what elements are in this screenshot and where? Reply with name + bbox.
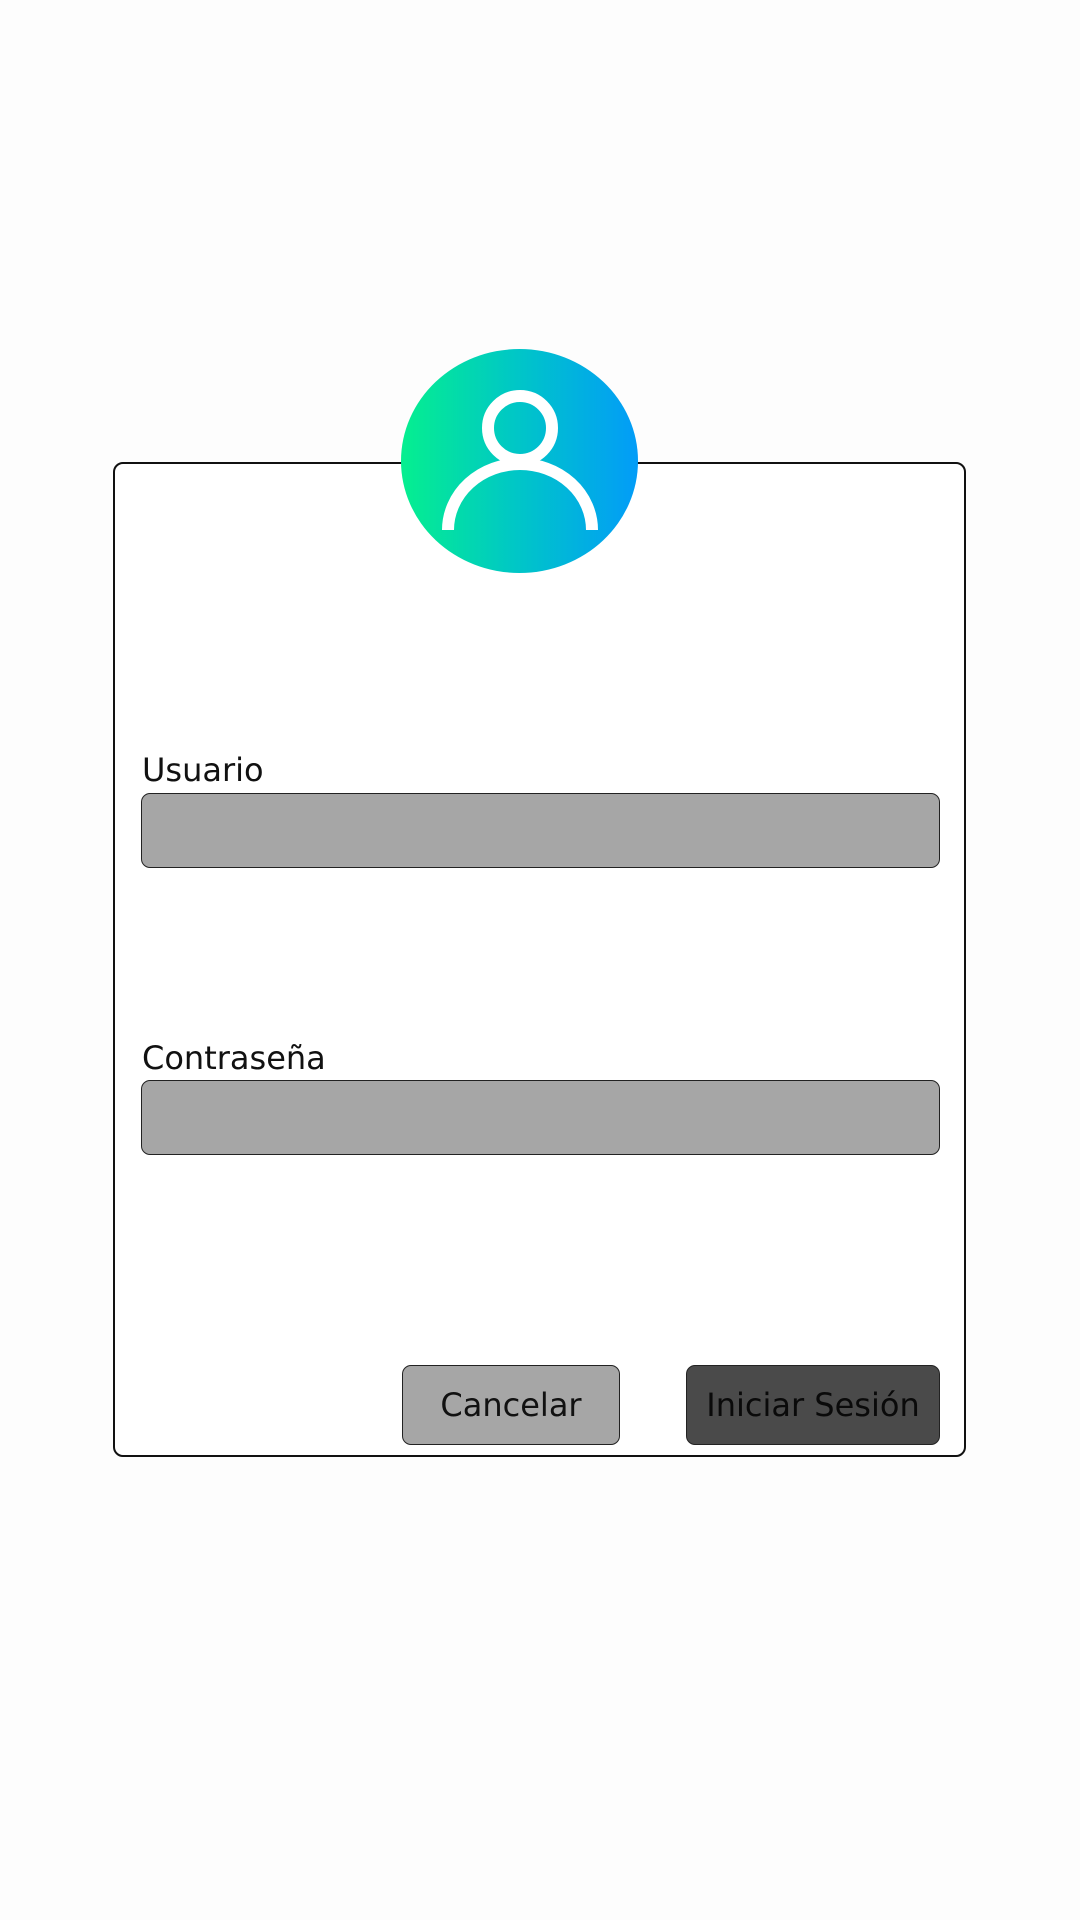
login-card — [113, 462, 966, 1457]
username-label: Usuario — [142, 751, 264, 789]
cancel-button[interactable]: Cancelar — [402, 1365, 620, 1445]
avatar — [401, 349, 638, 573]
login-button[interactable]: Iniciar Sesión — [686, 1365, 940, 1445]
username-input[interactable] — [141, 793, 940, 868]
password-label: Contraseña — [142, 1039, 326, 1077]
password-input[interactable] — [141, 1080, 940, 1155]
user-icon — [441, 390, 598, 531]
